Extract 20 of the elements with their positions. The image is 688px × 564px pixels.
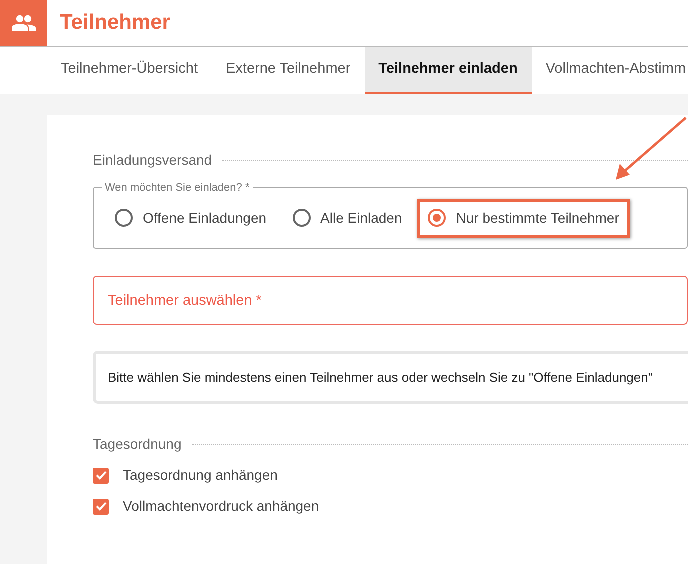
radio-option[interactable]: Offene Einladungen [104, 198, 278, 238]
section-title: Tagesordnung [93, 435, 182, 454]
radio-option[interactable]: Nur bestimmte Teilnehmer [417, 198, 630, 238]
tab[interactable]: Vollmachten-Abstimm [532, 47, 688, 94]
participant-select-field[interactable]: Teilnehmer auswählen * [93, 276, 688, 325]
checkbox[interactable] [93, 468, 109, 484]
checkbox[interactable] [93, 498, 109, 514]
radio-option[interactable]: Alle Einladen [282, 198, 414, 238]
checkbox-label: Tagesordnung anhängen [123, 466, 278, 485]
tab[interactable]: Teilnehmer einladen [364, 47, 532, 94]
radio-button[interactable] [292, 209, 311, 227]
page-title: Teilnehmer [60, 10, 170, 36]
people-icon [12, 15, 36, 31]
section-title: Einladungsversand [93, 151, 212, 170]
tab[interactable]: Teilnehmer-Übersicht [47, 47, 212, 94]
notice-message: Bitte wählen Sie mindestens einen Teilnehmer aus oder wechseln Sie zu "Offene Einladungen" [93, 351, 688, 404]
radio-button[interactable] [115, 209, 133, 227]
tab[interactable]: Externe Teilnehmer [212, 47, 365, 94]
radio-button[interactable] [428, 209, 446, 227]
checkbox-label: Vollmachtenvordruck anhängen [123, 497, 320, 516]
